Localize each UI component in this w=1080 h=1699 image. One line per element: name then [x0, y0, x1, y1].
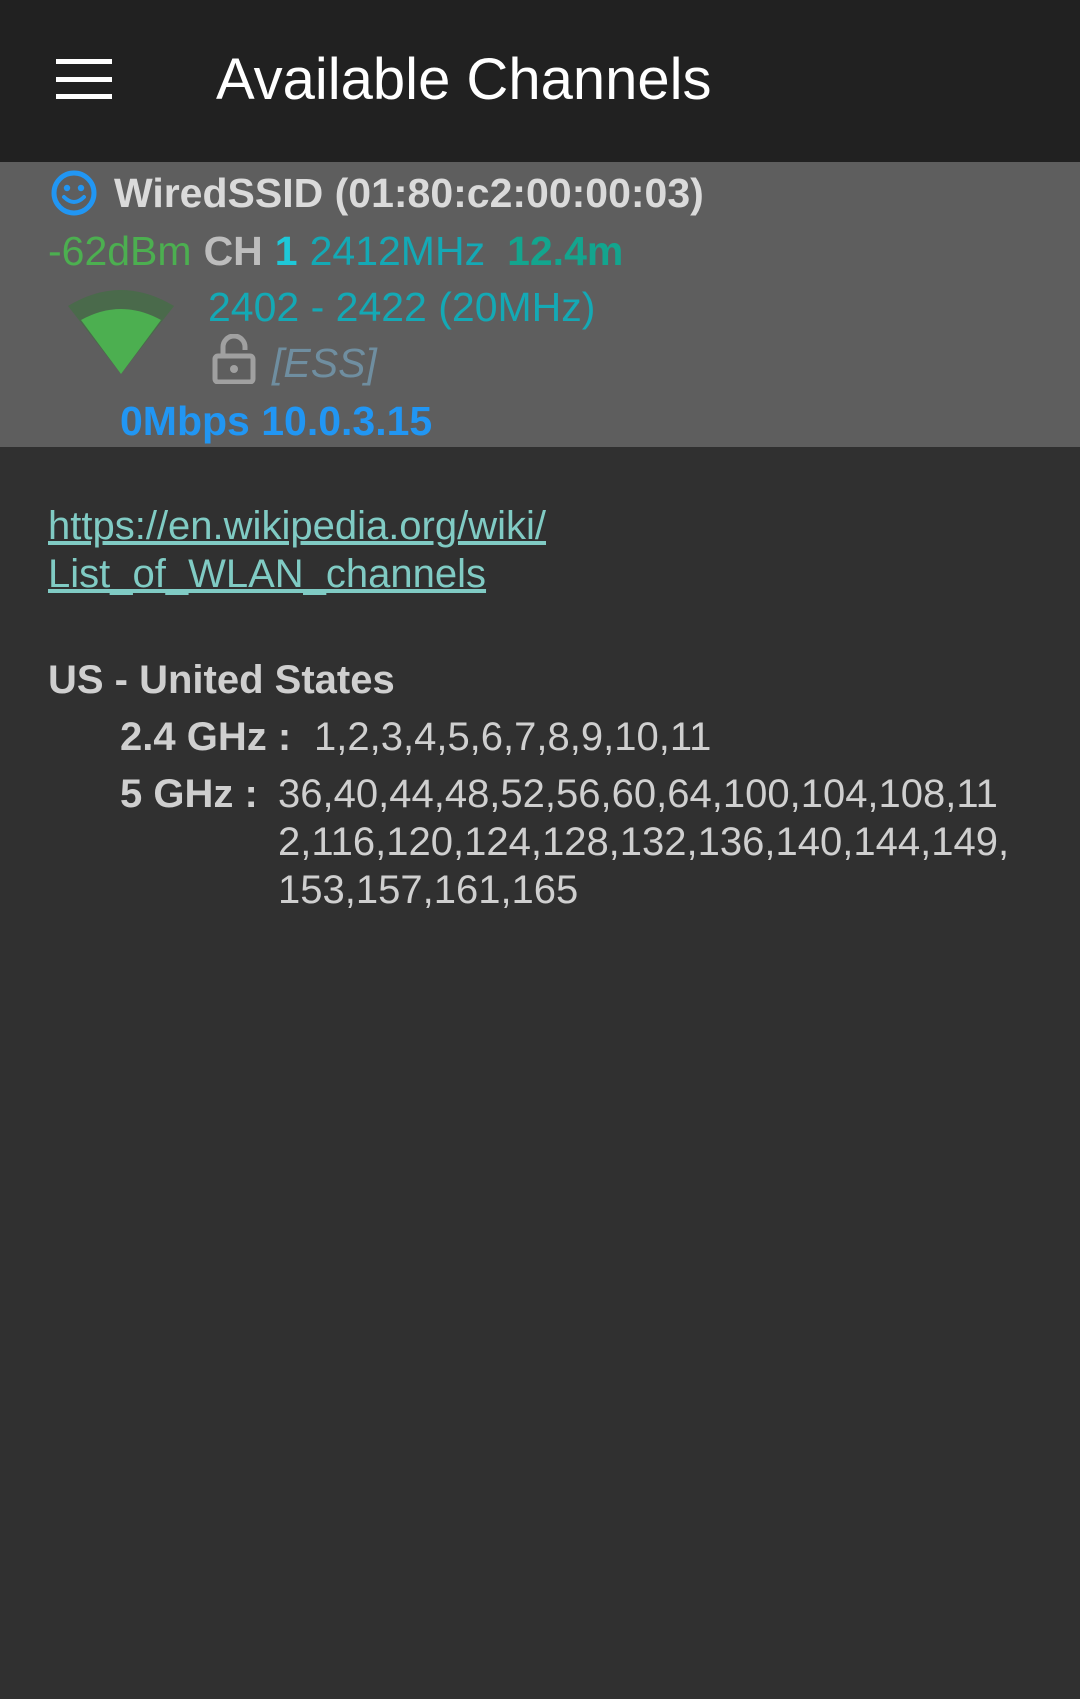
page-title: Available Channels — [216, 47, 712, 112]
frequency-range: 2402 - 2422 (20MHz) — [208, 284, 596, 330]
app-bar: Available Channels — [0, 0, 1080, 162]
channels-line-1: 36,40,44,48,52,56,60,64,100,104,108,11 — [278, 772, 998, 816]
band-channels: 1,2,3,4,5,6,7,8,9,10,11 — [314, 715, 712, 759]
distance: 12.4m — [507, 228, 624, 274]
ssid-label: WiredSSID (01:80:c2:00:00:03) — [114, 170, 704, 216]
unlocked-icon — [212, 334, 256, 384]
band-label: 2.4 GHz : — [120, 715, 292, 759]
speed-ip: 0Mbps 10.0.3.15 — [120, 398, 433, 444]
wifi-signal-icon — [68, 290, 174, 374]
channels-line-3: 153,157,161,165 — [278, 868, 579, 912]
country-heading: US - United States — [48, 658, 395, 702]
wikipedia-link[interactable]: https://en.wikipedia.org/wiki/ List_of_W… — [48, 502, 546, 598]
frequency: 2412MHz — [309, 228, 486, 274]
band-label: 5 GHz : — [120, 772, 258, 816]
menu-icon[interactable] — [56, 59, 112, 99]
signal-info-line: -62dBm CH 1 2412MHz 12.4m — [48, 222, 623, 280]
link-line-2[interactable]: List_of_WLAN_channels — [48, 550, 546, 598]
band-channels: 36,40,44,48,52,56,60,64,100,104,108,11 2… — [278, 770, 1009, 914]
capabilities: [ESS] — [272, 340, 377, 386]
channel-label: CH — [203, 228, 263, 274]
channels-line-2: 2,116,120,124,128,132,136,140,144,149, — [278, 820, 1010, 864]
smiley-icon — [51, 170, 97, 216]
signal-strength: -62dBm — [48, 228, 192, 274]
channel-number: 1 — [274, 228, 298, 274]
link-line-1[interactable]: https://en.wikipedia.org/wiki/ — [48, 502, 546, 550]
